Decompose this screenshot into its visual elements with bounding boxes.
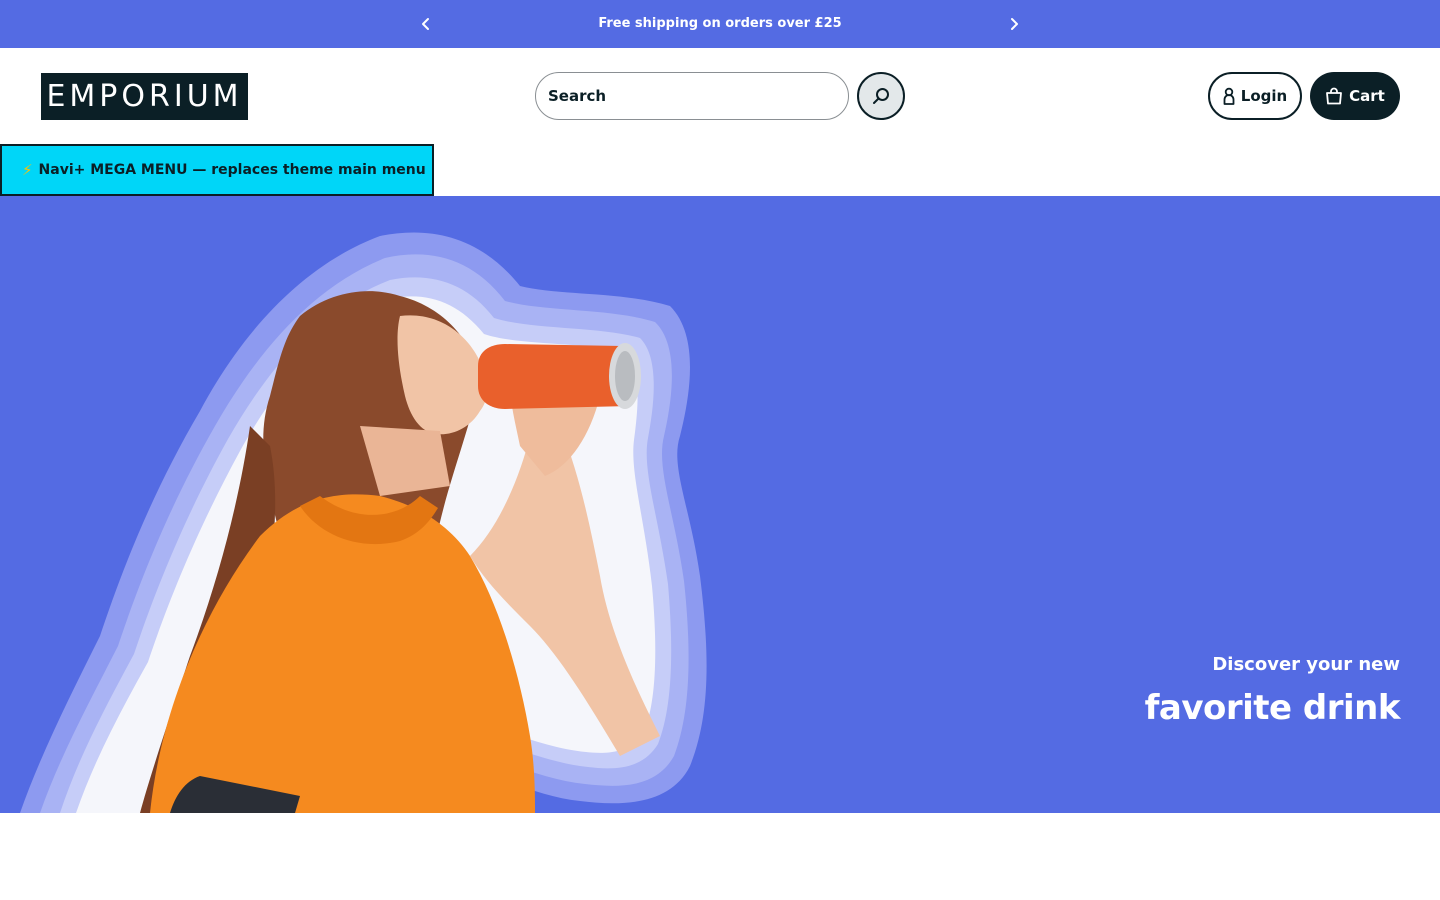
chevron-right-icon (1011, 18, 1018, 30)
mega-menu-label: Navi+ MEGA MENU — replaces theme main me… (38, 162, 426, 178)
announcement-message: Free shipping on orders over £25 (598, 16, 842, 31)
hero-subtitle: Discover your new (1212, 654, 1400, 675)
mega-menu-placeholder[interactable]: ⚡ Navi+ MEGA MENU — replaces theme main … (0, 144, 434, 196)
announcement-next-button[interactable] (1002, 12, 1026, 36)
login-button[interactable]: Login (1208, 72, 1302, 120)
lightning-icon: ⚡ (22, 161, 33, 179)
search-icon (873, 88, 889, 104)
hero-banner: Discover your new favorite drink (0, 196, 1440, 813)
search-input[interactable] (535, 72, 849, 120)
hero-image (20, 232, 707, 813)
shopping-bag-icon (1326, 87, 1343, 105)
hero-title: favorite drink (1144, 688, 1401, 728)
cart-button[interactable]: Cart (1310, 72, 1400, 120)
announcement-bar: Free shipping on orders over £25 (0, 0, 1440, 48)
search-button[interactable] (857, 72, 905, 120)
cart-label: Cart (1349, 87, 1385, 105)
login-label: Login (1240, 87, 1288, 105)
site-header: EMPORIUM Login Cart (0, 48, 1440, 144)
user-icon (1223, 87, 1235, 105)
store-logo[interactable]: EMPORIUM (41, 73, 248, 120)
